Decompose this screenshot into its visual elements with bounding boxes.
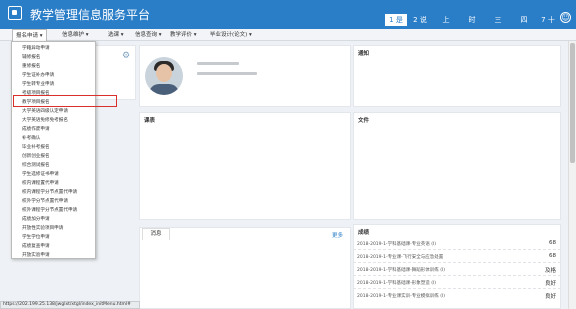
menu-item[interactable]: 学生转专业申请	[22, 81, 54, 87]
gear-icon[interactable]: ⚙	[122, 51, 130, 61]
menu-item[interactable]: 校外课程学分节点置代申请	[22, 207, 77, 213]
course-name: 2018-2019-1-专业课-飞行安全与应急处置	[357, 255, 444, 260]
menu-item[interactable]: 综合测试报名	[22, 162, 50, 168]
table-row[interactable]: 2018-2019-1-学科基础课-舞蹈形体训练 (I) 及格	[353, 264, 561, 276]
redacted-name	[197, 62, 239, 65]
menu-item[interactable]: 创新创业报名	[22, 153, 50, 159]
files-panel: 文件	[353, 112, 561, 220]
redacted-id	[197, 72, 257, 75]
scrollbar-thumb[interactable]	[570, 43, 575, 163]
menu-item[interactable]: 成绩加分申请	[22, 216, 50, 222]
course-name: 2018-2019-1-学科基础课-舞蹈形体训练 (I)	[357, 268, 446, 273]
nav-item-evaluate[interactable]: 教学评价 ▾	[170, 29, 197, 41]
highlight-box	[13, 95, 117, 107]
smiley-user-icon[interactable]: ☺	[560, 12, 571, 23]
calendar-day-5[interactable]: 三	[486, 13, 510, 27]
menu-item[interactable]: 大学英语四级认定申请	[22, 108, 68, 114]
menu-item[interactable]: 开放性实验项目申请	[22, 225, 63, 231]
course-name: 2018-2019-1-专业课实训-专业模拟训练 (I)	[357, 294, 446, 299]
calendar-day-1[interactable]: 1 是	[384, 13, 408, 27]
menu-item[interactable]: 学生学位申请	[22, 234, 50, 240]
nav-item-thesis[interactable]: 毕业设计(论文) ▾	[210, 29, 252, 41]
menu-item[interactable]: 学籍异动申请	[22, 45, 50, 51]
menu-item[interactable]: 成绩复查申请	[22, 243, 50, 249]
menu-item[interactable]: 学生选修证书申请	[22, 171, 59, 177]
scrollbar[interactable]	[568, 41, 576, 309]
menu-item[interactable]: 学生证补办申请	[22, 72, 54, 78]
app-title: 教学管理信息服务平台	[30, 8, 151, 22]
course-score: 68	[549, 240, 556, 246]
nav-item-course[interactable]: 选课 ▾	[108, 29, 124, 41]
messages-panel	[139, 227, 351, 309]
avatar	[145, 57, 183, 95]
nav-item-info[interactable]: 信息维护 ▾	[62, 29, 89, 41]
apply-dropdown-menu: 学籍异动申请 辅修报名 重修报名 学生证补办申请 学生转专业申请 考级项目报名 …	[11, 41, 96, 259]
course-score: 及格	[544, 268, 556, 274]
app-header: 教学管理信息服务平台 1 是 2 说 上 时 三 四 7 十 ☺	[0, 0, 576, 29]
nav-label: 选课	[108, 32, 120, 38]
nav-label: 毕业设计(论文)	[210, 32, 248, 38]
course-score: 68	[549, 253, 556, 259]
menu-item[interactable]: 毕业补考报名	[22, 144, 50, 150]
nav-bar: 报名申请 ▾ 信息维护 ▾ 选课 ▾ 信息查询 ▾ 教学评价 ▾ 毕业设计(论文…	[0, 29, 576, 41]
table-row[interactable]: 2018-2019-1-学科基础课-专业英语 (I) 68	[353, 238, 561, 250]
calendar-day-7[interactable]: 7 十	[538, 13, 558, 27]
nav-item-query[interactable]: 信息查询 ▾	[135, 29, 162, 41]
notice-title: 通知	[358, 51, 370, 57]
notice-panel: 通知	[353, 45, 561, 107]
menu-item[interactable]: 开放实验申请	[22, 252, 50, 258]
nav-label: 教学评价	[170, 32, 193, 38]
table-row[interactable]: 2018-2019-1-专业课实训-专业模拟训练 (I) 良好	[353, 290, 561, 302]
nav-label: 信息查询	[135, 32, 158, 38]
menu-item[interactable]: 补考确认	[22, 135, 40, 141]
menu-item[interactable]: 校内课程置代申请	[22, 180, 59, 186]
schedule-panel: 课表	[139, 112, 351, 220]
menu-item[interactable]: 校外学分节点置代申请	[22, 198, 68, 204]
grades-title: 成绩	[358, 230, 370, 236]
menu-item[interactable]: 重修报名	[22, 63, 40, 69]
nav-label: 报名申请	[16, 33, 39, 39]
nav-item-apply[interactable]: 报名申请 ▾	[12, 29, 47, 41]
status-bar-url: https://202.199.25.138/jwglxt/xtgl/index…	[0, 301, 140, 309]
course-score: 良好	[544, 281, 556, 287]
menu-item[interactable]: 成绩作废申请	[22, 126, 50, 132]
schedule-title: 课表	[144, 118, 156, 124]
course-name: 2018-2019-1-学科基础课-形象塑造 (I)	[357, 281, 437, 286]
calendar-day-3[interactable]: 上	[434, 13, 458, 27]
files-title: 文件	[358, 118, 370, 124]
tab-messages[interactable]: 消息	[142, 228, 170, 240]
calendar-day-2[interactable]: 2 说	[408, 13, 432, 27]
monitor-logo-icon	[8, 6, 22, 20]
menu-item[interactable]: 辅修报名	[22, 54, 40, 60]
more-link[interactable]: 更多	[332, 231, 343, 239]
course-score: 良好	[544, 294, 556, 300]
menu-item[interactable]: 大学英语免修免考报名	[22, 117, 68, 123]
calendar-day-4[interactable]: 时	[460, 13, 484, 27]
table-row[interactable]: 2018-2019-1-学科基础课-形象塑造 (I) 良好	[353, 277, 561, 289]
nav-label: 信息维护	[62, 32, 85, 38]
course-name: 2018-2019-1-学科基础课-专业英语 (I)	[357, 242, 437, 247]
menu-item[interactable]: 校内课程学分节点置代申请	[22, 189, 77, 195]
table-row[interactable]: 2018-2019-1-专业课-飞行安全与应急处置 68	[353, 251, 561, 263]
calendar-day-6[interactable]: 四	[512, 13, 536, 27]
